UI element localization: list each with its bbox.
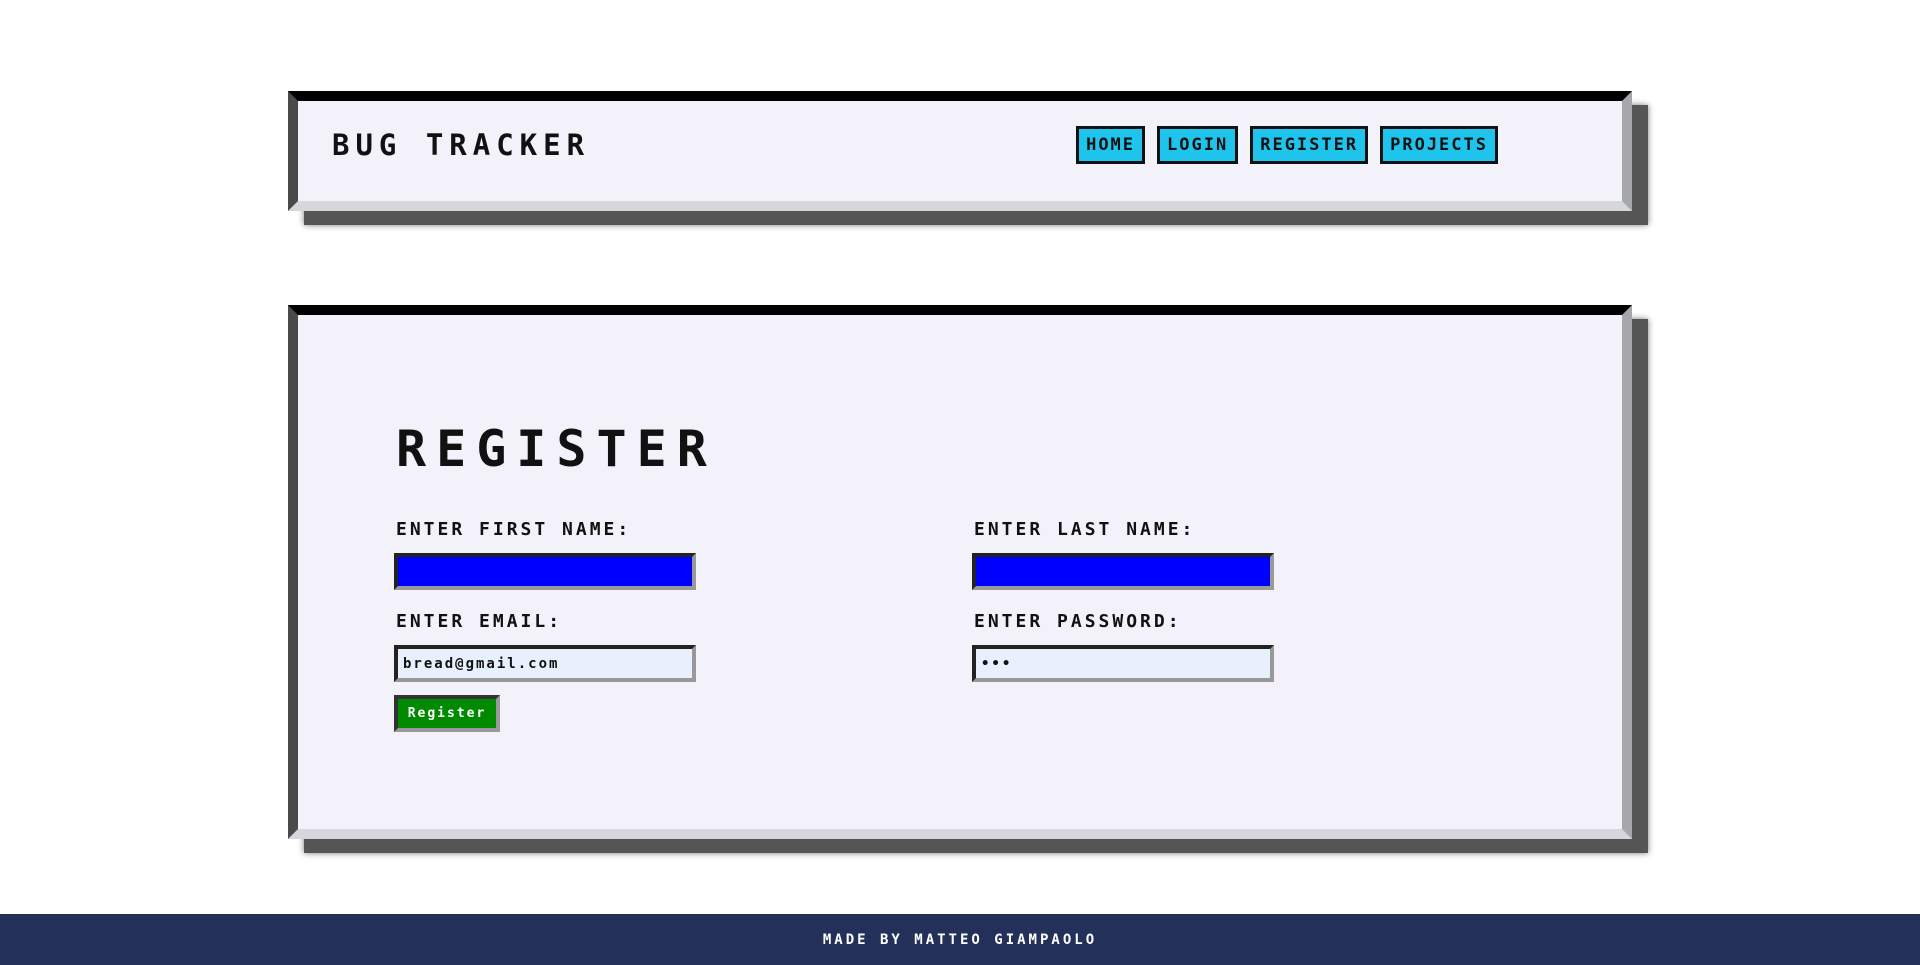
password-label: Enter password:: [974, 611, 1182, 632]
register-submit-button[interactable]: Register: [394, 695, 500, 732]
nav-login-button[interactable]: Login: [1157, 126, 1239, 164]
footer-credit: Made by Matteo Giampaolo: [822, 931, 1098, 948]
header-navbar: Bug Tracker Home Login Register Projects: [288, 91, 1632, 211]
register-form-panel: Register Enter first name: Enter last na…: [288, 305, 1632, 839]
last-name-input[interactable]: [972, 553, 1274, 590]
password-input[interactable]: [972, 645, 1274, 682]
form-title: Register: [396, 420, 717, 478]
email-label: Enter email:: [396, 611, 563, 632]
first-name-input[interactable]: [394, 553, 696, 590]
nav-projects-button[interactable]: Projects: [1380, 126, 1498, 164]
email-input[interactable]: [394, 645, 696, 682]
last-name-label: Enter last name:: [974, 519, 1196, 540]
nav-links: Home Login Register Projects: [1076, 126, 1498, 164]
footer: Made by Matteo Giampaolo: [0, 914, 1920, 965]
nav-home-button[interactable]: Home: [1076, 126, 1146, 164]
brand-title: Bug Tracker: [332, 128, 591, 162]
nav-register-button[interactable]: Register: [1250, 126, 1369, 164]
first-name-label: Enter first name:: [396, 519, 632, 540]
